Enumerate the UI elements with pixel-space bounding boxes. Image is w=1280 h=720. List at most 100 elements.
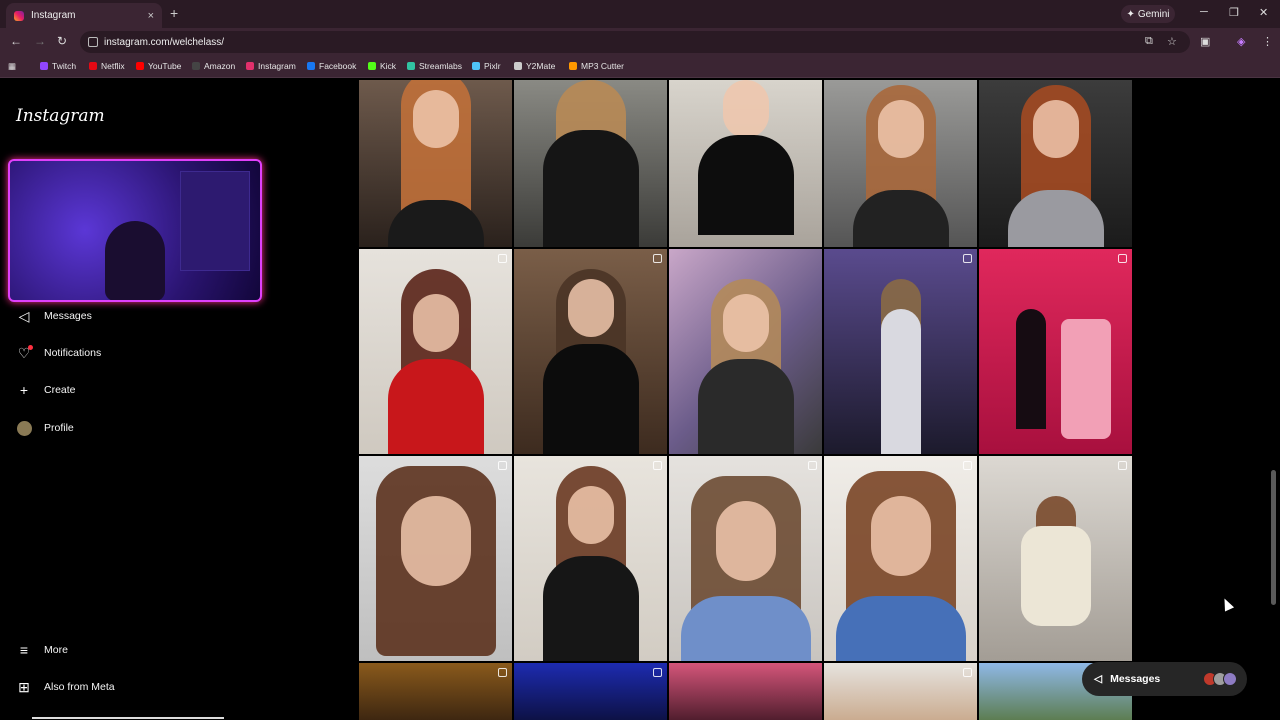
post-thumbnail[interactable] [979,80,1132,247]
nav-profile[interactable]: Profile [16,420,74,436]
post-thumbnail[interactable] [359,249,512,454]
post-thumbnail[interactable] [979,249,1132,454]
post-thumbnail[interactable] [514,249,667,454]
avatar [16,420,32,436]
send-icon: ◁ [18,307,30,324]
mouse-cursor-icon [1219,596,1235,612]
post-thumbnail[interactable] [824,456,977,661]
gemini-label: Gemini [1137,8,1170,20]
amazon-icon [192,62,200,70]
browser-menu-icon[interactable]: ⋮ [1262,35,1273,48]
restore-icon[interactable]: ❐ [1229,6,1239,19]
heart-icon: ♡ [17,344,33,361]
webcam-streamer [105,221,165,300]
y2mate-icon [514,62,522,70]
instagram-sidebar: Instagram ◁ Messages ♡ Notifications + C… [0,80,290,720]
facebook-icon [307,62,315,70]
url-field[interactable]: instagram.com/welchelass/ [80,31,1190,53]
carousel-icon [963,461,972,470]
profile-post-grid [359,80,1134,720]
apps-grid-icon[interactable]: ▦ [8,61,16,72]
carousel-icon [963,254,972,263]
post-thumbnail[interactable] [669,249,822,454]
post-thumbnail[interactable] [824,249,977,454]
post-thumbnail[interactable] [669,80,822,247]
mp3-cutter-icon [569,62,577,70]
carousel-icon [653,668,662,677]
carousel-icon [1118,254,1127,263]
bookmark-netflix[interactable]: Netflix [89,61,125,71]
tab-close-icon[interactable]: × [148,10,154,22]
instagram-icon [246,62,254,70]
bookmark-amazon[interactable]: Amazon [192,61,235,71]
chat-avatar [1223,672,1237,686]
new-tab-button[interactable]: + [170,5,178,21]
close-window-icon[interactable]: ✕ [1259,6,1268,19]
pixlr-icon [472,62,480,70]
post-thumbnail[interactable] [824,663,977,720]
site-info-icon[interactable] [88,37,98,47]
bookmark-twitch[interactable]: Twitch [40,61,76,71]
address-toolbar: ← → ↻ instagram.com/welchelass/ ⧉ ☆ ▣ ◈ … [0,28,1280,56]
bookmarks-bar: ▦ Twitch Netflix YouTube Amazon Instagra… [0,56,1280,78]
bookmark-streamlabs[interactable]: Streamlabs [407,61,462,71]
video-icon [808,461,817,470]
bookmark-pixlr[interactable]: Pixlr [472,61,501,71]
reload-icon[interactable]: ↻ [57,34,67,48]
nav-notifications[interactable]: ♡ Notifications [16,345,101,361]
bookmark-instagram[interactable]: Instagram [246,61,296,71]
forward-arrow-icon[interactable]: → [34,34,46,48]
bookmark-facebook[interactable]: Facebook [307,61,356,71]
menu-icon: ≡ [19,642,29,658]
gemini-sparkle-icon: ✦ [1126,8,1135,20]
carousel-icon [653,461,662,470]
taskbar-indicator [32,717,224,719]
webcam-background-shelf [180,171,250,271]
messages-pill-label: Messages [1110,673,1161,685]
carousel-icon [498,461,507,470]
bookmark-y2mate[interactable]: Y2Mate [514,61,555,71]
meta-apps-icon: ⊞ [18,678,30,695]
extension-icon[interactable]: ◈ [1237,35,1245,48]
kick-icon [368,62,376,70]
post-thumbnail[interactable] [514,456,667,661]
send-icon: ◁ [1094,673,1103,685]
back-arrow-icon[interactable]: ← [10,34,22,48]
bookmark-youtube[interactable]: YouTube [136,61,181,71]
post-thumbnail[interactable] [514,80,667,247]
install-app-icon[interactable]: ⧉ [1145,35,1153,48]
carousel-icon [963,668,972,677]
url-text: instagram.com/welchelass/ [104,36,225,48]
nav-more[interactable]: ≡ More [16,642,68,658]
post-thumbnail[interactable] [359,663,512,720]
browser-tab-instagram[interactable]: Instagram × [6,3,162,28]
post-thumbnail[interactable] [979,456,1132,661]
post-thumbnail[interactable] [669,456,822,661]
browser-tab-bar: Instagram × + ✦ Gemini ─ ❐ ✕ [0,0,1280,28]
nav-also-from-meta[interactable]: ⊞ Also from Meta [16,678,114,695]
plus-icon: + [19,382,29,398]
post-thumbnail[interactable] [514,663,667,720]
carousel-icon [498,668,507,677]
nav-create[interactable]: + Create [16,382,76,398]
webcam-overlay [8,159,262,302]
page-scrollbar[interactable] [1271,470,1276,605]
post-thumbnail[interactable] [824,80,977,247]
gemini-button[interactable]: ✦ Gemini [1121,5,1175,23]
minimize-icon[interactable]: ─ [1200,6,1208,18]
side-panel-icon[interactable]: ▣ [1200,35,1210,48]
tab-title: Instagram [31,10,76,21]
youtube-icon [136,62,144,70]
instagram-logo[interactable]: Instagram [16,106,105,126]
nav-messages[interactable]: ◁ Messages [16,308,92,324]
carousel-icon [498,254,507,263]
netflix-icon [89,62,97,70]
post-thumbnail[interactable] [359,456,512,661]
messages-floating-button[interactable]: ◁ Messages [1082,662,1247,696]
post-thumbnail[interactable] [669,663,822,720]
bookmark-star-icon[interactable]: ☆ [1167,35,1177,48]
bookmark-kick[interactable]: Kick [368,61,396,71]
bookmark-mp3-cutter[interactable]: MP3 Cutter [569,61,624,71]
post-thumbnail[interactable] [359,80,512,247]
twitch-icon [40,62,48,70]
